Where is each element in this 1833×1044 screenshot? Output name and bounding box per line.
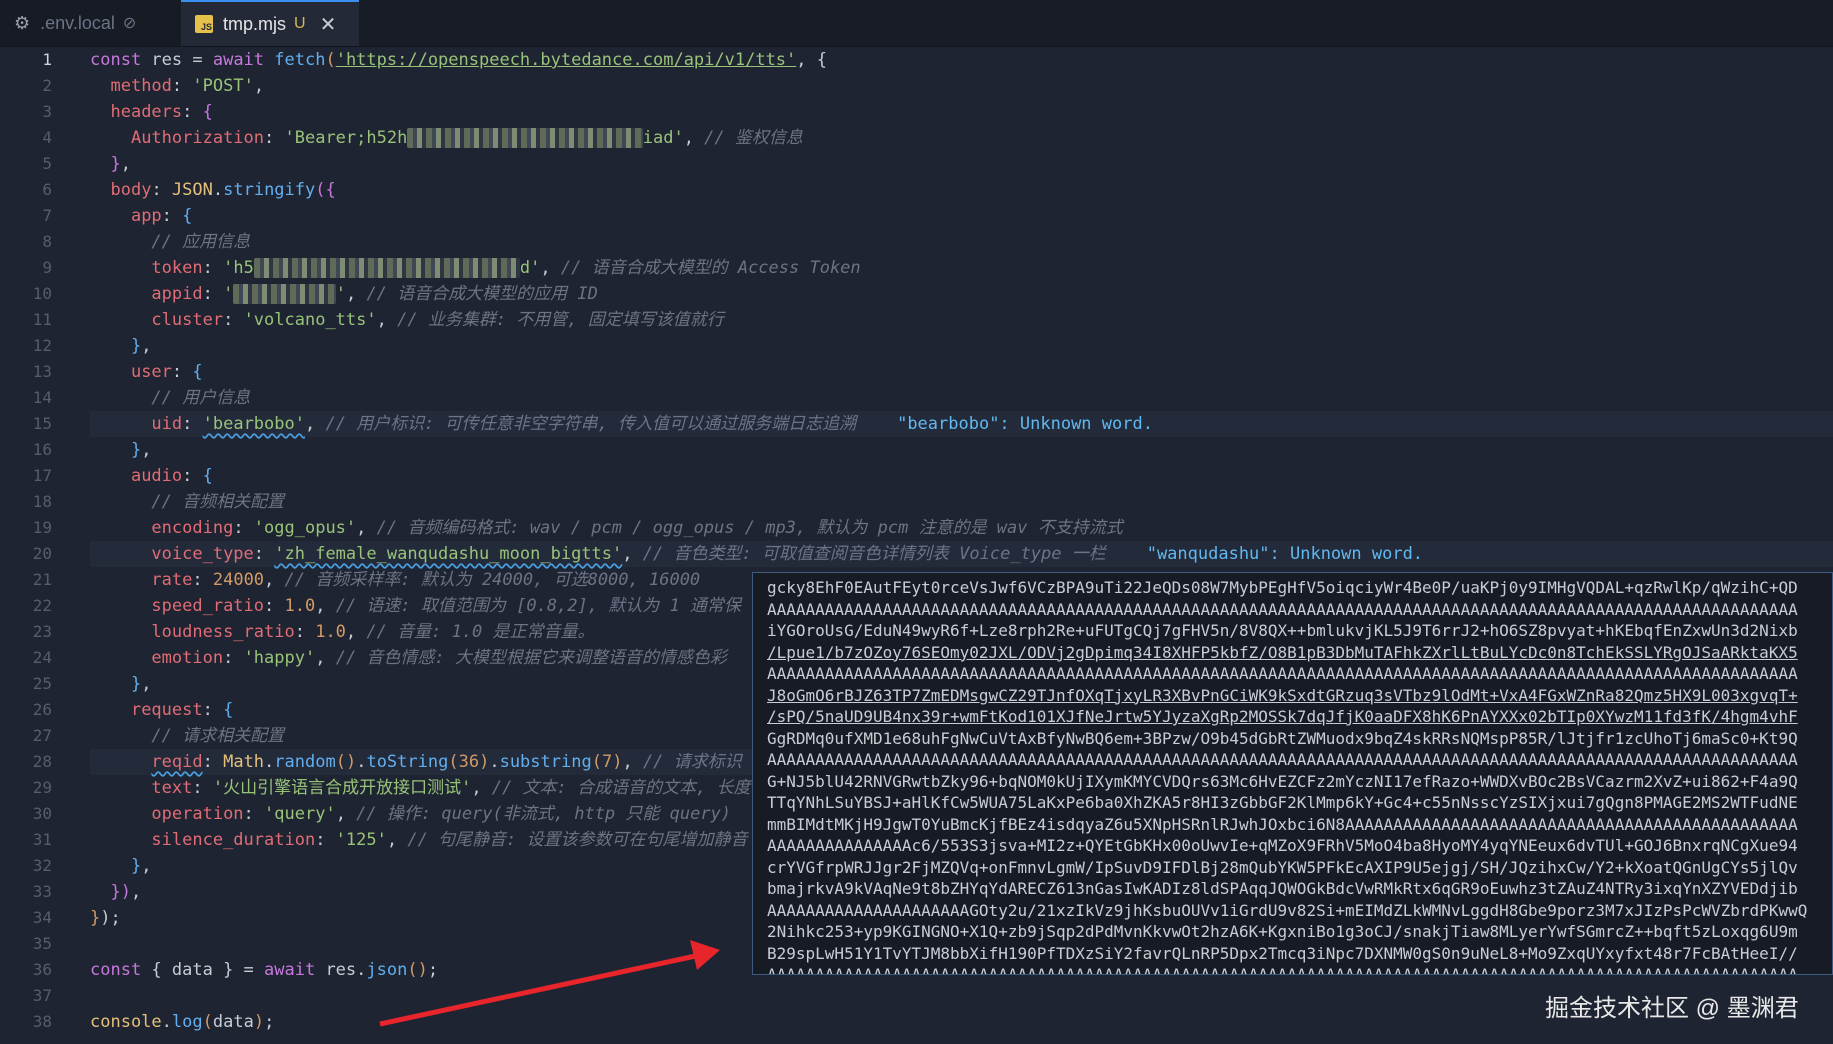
- popup-line: mmBIMdtMKjH9JgwT0YuBmcKjfBEz4isdqyaZ6u5X…: [767, 814, 1798, 834]
- line-number: 6: [42, 180, 52, 199]
- code-line-2[interactable]: method: 'POST',: [90, 73, 1833, 99]
- line-number: 2: [42, 76, 52, 95]
- code-line-3[interactable]: headers: {: [90, 99, 1833, 125]
- line-number: 15: [32, 414, 52, 433]
- line-number: 10: [32, 284, 52, 303]
- spellcheck-warning: "bearbobo": Unknown word.: [897, 414, 1153, 434]
- line-number: 22: [32, 596, 52, 615]
- redacted-appid: xxxxxxxxxx: [233, 284, 336, 304]
- watermark: 掘金技术社区 @ 墨渊君: [1545, 995, 1799, 1022]
- line-number: 29: [32, 778, 52, 797]
- code-line-12[interactable]: },: [90, 333, 1833, 359]
- close-icon[interactable]: ✕: [320, 12, 337, 37]
- popup-line: bmajrkvA9kVAqNe9t8bZHYqYdARECZ613nGasIwK…: [767, 879, 1798, 898]
- line-number: 27: [32, 726, 52, 745]
- line-number: 20: [32, 544, 52, 563]
- code-line-16[interactable]: },: [90, 437, 1833, 463]
- popup-line: J8oGmO6rBJZ63TP7ZmEDMsgwCZ29TJnfOXqTjxyL…: [767, 685, 1798, 705]
- line-number: 17: [32, 466, 52, 485]
- code-line-10[interactable]: appid: 'xxxxxxxxxx', // 语音合成大模型的应用 ID: [90, 281, 1833, 307]
- line-number: 11: [32, 310, 52, 329]
- line-number: 3: [42, 102, 52, 121]
- line-number: 21: [32, 570, 52, 589]
- line-number: 5: [42, 154, 52, 173]
- line-number: 19: [32, 518, 52, 537]
- popup-line: gcky8EhF0EAutFEyt0rceVsJwf6VCzBPA9uTi22J…: [767, 578, 1798, 597]
- code-line-20[interactable]: voice_type: 'zh_female_wanqudashu_moon_b…: [90, 541, 1833, 567]
- line-number: 24: [32, 648, 52, 667]
- code-line-14[interactable]: // 用户信息: [90, 385, 1833, 411]
- code-line-19[interactable]: encoding: 'ogg_opus', // 音频编码格式: wav / p…: [90, 515, 1833, 541]
- popup-line: AAAAAAAAAAAAAAAAAAAAAAAAAAAAAAAAAAAAAAAA…: [767, 750, 1798, 769]
- line-number: 30: [32, 804, 52, 823]
- tab-label: tmp.mjs: [223, 13, 286, 34]
- code-line-9[interactable]: token: 'h5xxxxxxxxxxxxxxxxxxxxxxxxxxd', …: [90, 255, 1833, 281]
- line-number: 37: [32, 986, 52, 1005]
- popup-line: AAAAAAAAAAAAAAAAAAAAAAAAAAAAAAAAAAAAAAAA…: [767, 965, 1798, 975]
- code-line-7[interactable]: app: {: [90, 203, 1833, 229]
- line-number: 25: [32, 674, 52, 693]
- line-number: 36: [32, 960, 52, 979]
- base64-output-popup[interactable]: gcky8EhF0EAutFEyt0rceVsJwf6VCzBPA9uTi22J…: [752, 572, 1833, 975]
- line-number: 7: [42, 206, 52, 225]
- tab-env-local[interactable]: ⚙ .env.local ⊘: [0, 0, 180, 46]
- line-number: 18: [32, 492, 52, 511]
- popup-line: /Lpue1/b7zOZoy76SEOmy02JXL/ODVj2gDpimq34…: [767, 642, 1798, 662]
- popup-line: AAAAAAAAAAAAAAAAAAAAAGOty2u/21xzIkVz9jhK…: [767, 900, 1808, 920]
- popup-line: AAAAAAAAAAAAAAAc6/553S3jsva+MI2z+QYEtGbK…: [767, 836, 1798, 855]
- tab-ignored-marker: ⊘: [122, 15, 137, 32]
- code-line-13[interactable]: user: {: [90, 359, 1833, 385]
- line-number: 31: [32, 830, 52, 849]
- line-number-gutter: 1 2 3 4 5 6 7 8 9 10 11 12 13 14 15 16 17 18 19 20 21 22 23 24 2…: [0, 47, 70, 1044]
- popup-line: iYGOroUsG/EduN49wyR6f+Lze8rph2Re+uFUTgCQ…: [767, 621, 1798, 640]
- line-number: 8: [42, 232, 52, 251]
- popup-line: GgRDMq0ufXMD1e68uhFgNwCuVtAxBfyNwBQ6em+3…: [767, 728, 1798, 748]
- line-number: 26: [32, 700, 52, 719]
- tab-tmp-mjs[interactable]: JS tmp.mjs U ✕: [181, 0, 359, 46]
- popup-line: B29spLwH51Y1TvYTJM8bbXifH190PfTDXzSiY2fa…: [767, 943, 1798, 963]
- popup-line: AAAAAAAAAAAAAAAAAAAAAAAAAAAAAAAAAAAAAAAA…: [767, 599, 1798, 619]
- editor-tab-bar: ⚙ .env.local ⊘ JS tmp.mjs U ✕: [0, 0, 1833, 47]
- code-line-11[interactable]: cluster: 'volcano_tts', // 业务集群: 不用管, 固定…: [90, 307, 1833, 333]
- line-number: 12: [32, 336, 52, 355]
- tab-untracked-marker: U: [294, 15, 306, 32]
- code-line-1[interactable]: const res = await fetch('https://openspe…: [90, 47, 1833, 73]
- line-number: 14: [32, 388, 52, 407]
- code-line-4[interactable]: Authorization: 'Bearer;h52hxxxxxxxxxxxxx…: [90, 125, 1833, 151]
- line-number: 16: [32, 440, 52, 459]
- line-number: 32: [32, 856, 52, 875]
- js-file-icon: JS: [195, 15, 213, 33]
- popup-line: G+NJ5blU42RNVGRwtbZky96+bqNOM0kUjIXymKMY…: [767, 771, 1798, 791]
- api-url-link[interactable]: 'https://openspeech.bytedance.com/api/v1…: [336, 50, 797, 70]
- popup-line: TTqYNhLSuYBSJ+aHlKfCw5WUA75LaKxPe6ba0XhZ…: [767, 793, 1798, 812]
- line-number: 33: [32, 882, 52, 901]
- popup-line: crYVGfrpWRJJgr2FjMZQVq+onFmnvLgmW/IpSuvD…: [767, 857, 1798, 877]
- gear-icon: ⚙: [14, 12, 31, 33]
- line-number: 13: [32, 362, 52, 381]
- redacted-token: xxxxxxxxxxxxxxxxxxxxxxxxxx: [253, 258, 520, 278]
- redacted-token: xxxxxxxxxxxxxxxxxxxxxxx: [407, 128, 643, 148]
- popup-line: AAAAAAAAAAAAAAAAAAAAAAAAAAAAAAAAAAAAAAAA…: [767, 664, 1798, 683]
- tab-label: .env.local: [40, 12, 115, 33]
- line-number: 23: [32, 622, 52, 641]
- popup-line: /sPQ/5naUD9UB4nx39r+wmFtKod101XJfNeJrtw5…: [767, 707, 1798, 726]
- code-line-15[interactable]: uid: 'bearbobo', // 用户标识: 可传任意非空字符串, 传入值…: [90, 411, 1833, 437]
- code-line-17[interactable]: audio: {: [90, 463, 1833, 489]
- code-line-8[interactable]: // 应用信息: [90, 229, 1833, 255]
- popup-line: 2Nihkc253+yp9KGINGNO+X1Q+zb9jSqp2dPdMvnK…: [767, 922, 1798, 941]
- code-line-18[interactable]: // 音频相关配置: [90, 489, 1833, 515]
- line-number: 35: [32, 934, 52, 953]
- spellcheck-warning: "wanqudashu": Unknown word.: [1146, 544, 1424, 564]
- code-line-6[interactable]: body: JSON.stringify({: [90, 177, 1833, 203]
- code-line-5[interactable]: },: [90, 151, 1833, 177]
- line-number: 38: [32, 1012, 52, 1031]
- line-number: 34: [32, 908, 52, 927]
- line-number: 9: [42, 258, 52, 277]
- line-number: 28: [32, 752, 52, 771]
- line-number: 1: [42, 50, 52, 69]
- line-number: 4: [42, 128, 52, 147]
